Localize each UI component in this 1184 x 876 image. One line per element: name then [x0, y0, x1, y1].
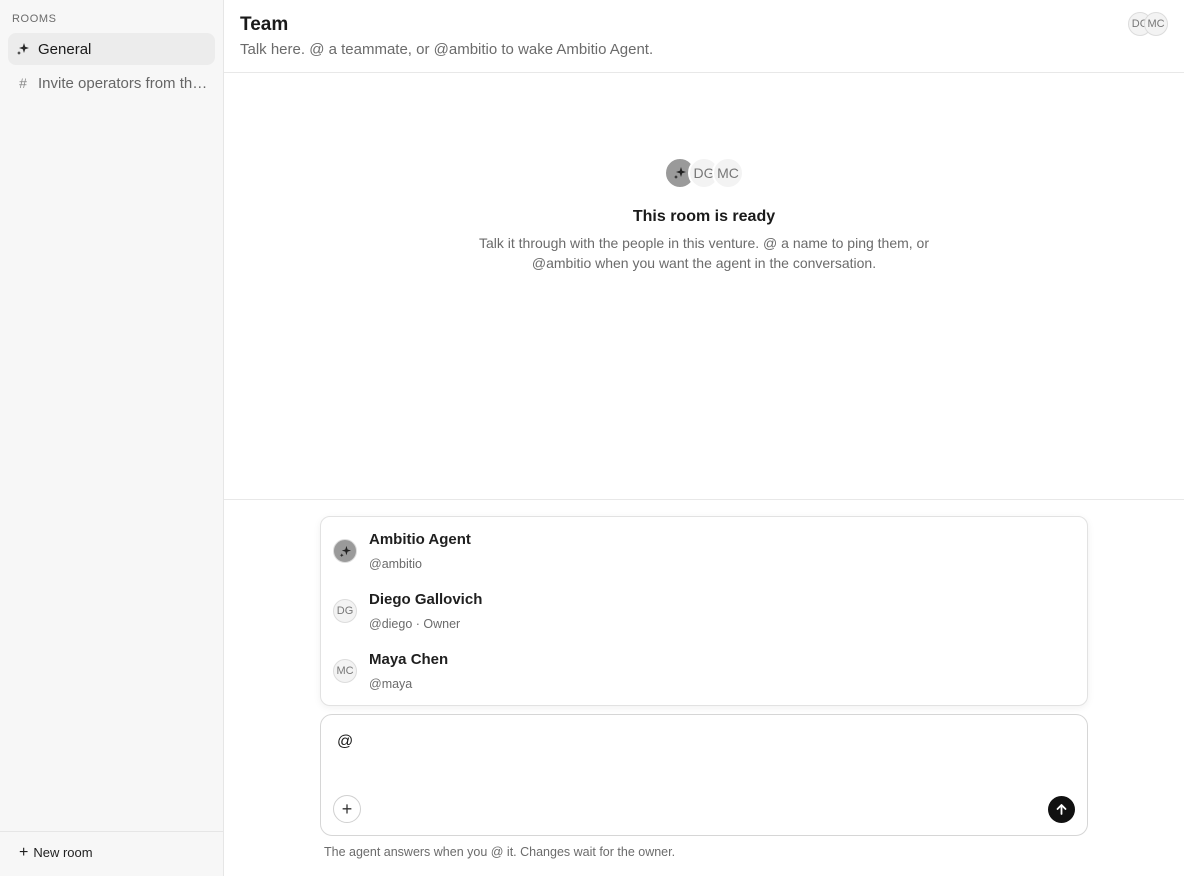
member-avatars[interactable]: DG MC [1128, 12, 1168, 36]
divider [224, 499, 1184, 500]
page-subtitle: Talk here. @ a teammate, or @ambitio to … [240, 41, 654, 58]
mention-item-ambitio-agent[interactable]: Ambitio Agent @ambitio [321, 521, 1087, 581]
mention-name: Ambitio Agent [369, 531, 471, 548]
page-title: Team [240, 14, 289, 35]
plus-icon: + [19, 843, 29, 861]
sparkle-icon [339, 545, 351, 557]
agent-avatar [333, 539, 357, 563]
sidebar: ROOMS General # Invite operators from th… [0, 0, 224, 876]
hash-icon: # [19, 75, 27, 91]
mention-popup: Ambitio Agent @ambitio DG Diego Gallovic… [320, 516, 1088, 706]
empty-state-title: This room is ready [632, 208, 776, 225]
mention-item-diego[interactable]: DG Diego Gallovich @diego · Owner [321, 581, 1087, 641]
message-composer[interactable]: @ + [320, 714, 1088, 836]
sidebar-footer: + New room [0, 831, 223, 876]
attach-button[interactable]: + [333, 795, 361, 823]
avatar: MC [333, 659, 357, 683]
avatar-stack: DG MC [664, 157, 744, 189]
sparkle-icon [674, 167, 686, 179]
empty-state-description: Talk it through with the people in this … [478, 235, 930, 271]
sidebar-item-label: Invite operators from the network [38, 74, 208, 92]
mention-handle: @maya [369, 677, 413, 691]
arrow-up-icon [1056, 804, 1067, 815]
sidebar-item-label: General [38, 40, 92, 58]
new-room-label: New room [33, 845, 93, 860]
plus-icon: + [341, 798, 353, 819]
composer-hint: The agent answers when you @ it. Changes… [324, 845, 676, 859]
mention-handle: @diego · Owner [369, 617, 461, 631]
sidebar-item-invite-operators[interactable]: # Invite operators from the network [8, 67, 215, 99]
sidebar-item-general[interactable]: General [8, 33, 215, 65]
send-button[interactable] [1048, 796, 1075, 823]
mention-handle: @ambitio [369, 557, 422, 571]
mention-name: Diego Gallovich [369, 591, 483, 608]
avatar: MC [1144, 12, 1168, 36]
new-room-button[interactable]: + New room [19, 843, 93, 861]
rooms-section-label: ROOMS [12, 13, 57, 25]
room-header: Team Talk here. @ a teammate, or @ambiti… [224, 0, 1184, 73]
mention-name: Maya Chen [369, 651, 449, 668]
mention-item-maya[interactable]: MC Maya Chen @maya [321, 641, 1087, 701]
avatar: DG [333, 599, 357, 623]
sparkle-icon [16, 42, 30, 56]
message-input[interactable]: @ [337, 733, 353, 751]
empty-state: DG MC This room is ready Talk it through… [224, 73, 1184, 499]
avatar: MC [712, 157, 744, 189]
